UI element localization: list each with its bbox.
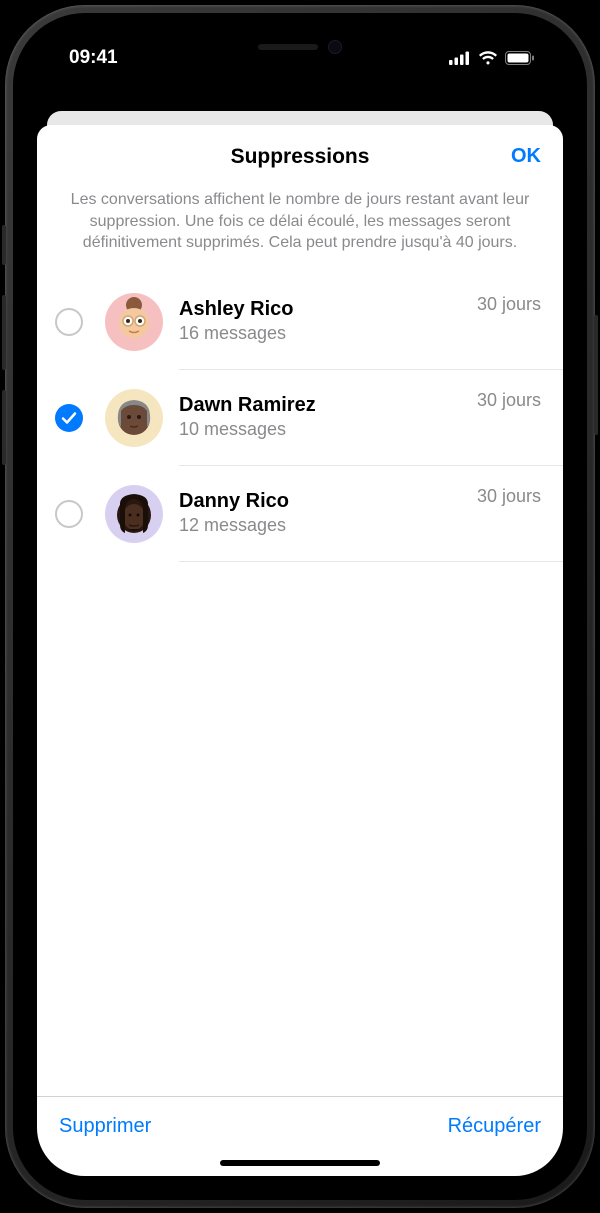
silent-switch bbox=[2, 225, 6, 265]
conversation-list: Ashley Rico 16 messages 30 jours bbox=[37, 274, 563, 1096]
avatar bbox=[105, 293, 163, 351]
message-count: 12 messages bbox=[179, 515, 289, 536]
conversation-row[interactable]: Danny Rico 12 messages 30 jours bbox=[55, 466, 563, 562]
row-content: Ashley Rico 16 messages 30 jours bbox=[179, 274, 563, 370]
battery-icon bbox=[505, 51, 535, 65]
avatar bbox=[105, 389, 163, 447]
contact-name: Danny Rico bbox=[179, 490, 289, 513]
conversation-row[interactable]: Dawn Ramirez 10 messages 30 jours bbox=[55, 370, 563, 466]
row-content: Danny Rico 12 messages 30 jours bbox=[179, 466, 563, 562]
sheet-header: Suppressions OK bbox=[37, 125, 563, 183]
select-checkbox[interactable] bbox=[55, 404, 83, 432]
days-remaining: 30 jours bbox=[477, 486, 541, 507]
page-title: Suppressions bbox=[59, 145, 541, 169]
front-camera bbox=[328, 40, 342, 54]
volume-up-button bbox=[2, 295, 6, 370]
checkmark-icon bbox=[61, 410, 77, 426]
cellular-signal-icon bbox=[449, 51, 471, 65]
days-remaining: 30 jours bbox=[477, 390, 541, 411]
contact-name: Dawn Ramirez bbox=[179, 394, 316, 417]
power-button bbox=[594, 315, 598, 435]
volume-down-button bbox=[2, 390, 6, 465]
recover-button[interactable]: Récupérer bbox=[448, 1115, 541, 1138]
modal-sheet: Suppressions OK Les conversations affich… bbox=[37, 125, 563, 1176]
delete-button[interactable]: Supprimer bbox=[59, 1115, 151, 1138]
phone-bezel: 09:41 Suppressions OK bbox=[13, 13, 587, 1200]
memoji-icon bbox=[105, 389, 163, 447]
status-icons bbox=[449, 51, 535, 65]
description-text: Les conversations affichent le nombre de… bbox=[37, 183, 563, 274]
row-content: Dawn Ramirez 10 messages 30 jours bbox=[179, 370, 563, 466]
select-checkbox[interactable] bbox=[55, 308, 83, 336]
memoji-icon bbox=[105, 485, 163, 543]
message-count: 16 messages bbox=[179, 323, 293, 344]
home-indicator[interactable] bbox=[220, 1160, 380, 1166]
avatar bbox=[105, 485, 163, 543]
wifi-icon bbox=[478, 51, 498, 65]
done-button[interactable]: OK bbox=[511, 145, 541, 168]
status-time: 09:41 bbox=[69, 47, 118, 69]
speaker-grille bbox=[258, 44, 318, 50]
screen: 09:41 Suppressions OK bbox=[29, 29, 571, 1184]
contact-name: Ashley Rico bbox=[179, 298, 293, 321]
bottom-toolbar: Supprimer Récupérer bbox=[37, 1096, 563, 1148]
notch bbox=[210, 29, 390, 65]
message-count: 10 messages bbox=[179, 419, 316, 440]
select-checkbox[interactable] bbox=[55, 500, 83, 528]
memoji-icon bbox=[105, 293, 163, 351]
days-remaining: 30 jours bbox=[477, 294, 541, 315]
conversation-row[interactable]: Ashley Rico 16 messages 30 jours bbox=[55, 274, 563, 370]
phone-frame: 09:41 Suppressions OK bbox=[5, 5, 595, 1208]
